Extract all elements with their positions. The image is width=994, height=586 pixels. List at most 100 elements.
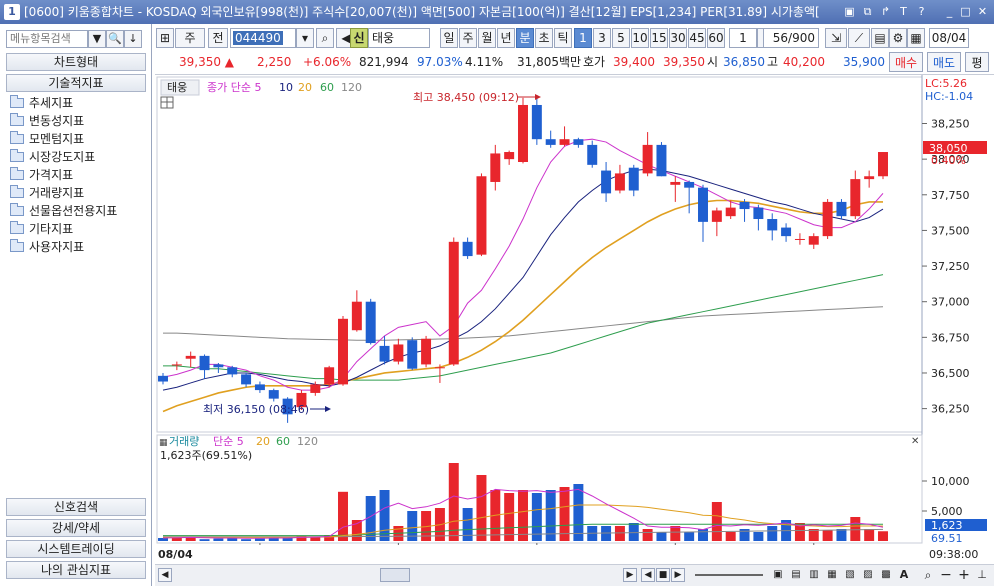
tool-icon-1[interactable]: ▣ [771,568,785,582]
stock-name-field[interactable]: 태웅 [368,28,430,48]
prev-button[interactable]: 전 [208,28,228,48]
save-icon[interactable]: ▤ [871,28,889,48]
period-day[interactable]: 일 [440,28,458,48]
period-year[interactable]: 년 [497,28,515,48]
interval-15[interactable]: 15 [650,28,668,48]
down-arrow-icon[interactable]: ↓ [124,30,142,48]
tree-item-volume[interactable]: 거래량지표 [10,184,84,202]
copy-window-icon[interactable]: ⧉ [860,4,875,19]
buy-button[interactable]: 매수 [889,52,923,72]
text-tool-icon[interactable]: A [897,568,911,582]
tree-item-price[interactable]: 가격지표 [10,166,73,184]
data-count-field[interactable]: 56/900 [763,28,819,48]
interval-45[interactable]: 45 [688,28,706,48]
calendar-icon[interactable]: ▦ [907,28,925,48]
tree-item-market-strength[interactable]: 시장강도지표 [10,148,95,166]
tool-icon-4[interactable]: ▦ [825,568,839,582]
app-number-icon[interactable]: 1 [4,4,20,20]
candle-body [878,152,888,177]
legend-vol-ma5[interactable]: 단순 5 [213,435,244,448]
pin-icon[interactable]: ↱ [878,4,893,19]
technical-indicator-header[interactable]: 기술적지표 [6,74,146,92]
play-forward-icon[interactable]: ▶ [671,568,685,582]
zoom-out-icon[interactable]: − [939,568,953,582]
legend-ma60[interactable]: 60 [320,81,334,94]
minimize-button[interactable]: _ [942,4,957,19]
legend-volume[interactable]: 거래량 [169,435,199,448]
period-week[interactable]: 주 [459,28,477,48]
gear-icon[interactable]: ⚙ [889,28,907,48]
low-annotation: 최저 36,150 (08:46) [203,403,309,416]
tree-item-etc[interactable]: 기타지표 [10,220,73,238]
scroll-thumb[interactable] [380,568,410,582]
tool-icon-2[interactable]: ▤ [789,568,803,582]
interval-10[interactable]: 10 [631,28,649,48]
chart-type-header[interactable]: 차트형태 [6,53,146,71]
menu-search-input[interactable]: 메뉴항목검색 [6,30,88,48]
interval-30[interactable]: 30 [669,28,687,48]
code-dropdown-icon[interactable]: ▾ [296,28,314,48]
tree-item-momentum[interactable]: 모멘텀지표 [10,130,84,148]
interval-1[interactable]: 1 [574,28,592,48]
zoom-reset-icon[interactable]: ⊥ [975,568,989,582]
interval-select[interactable]: 1 [729,28,757,48]
close-pane-icon[interactable]: ✕ [911,436,919,447]
legend-stock-name[interactable]: 태웅 [167,81,187,94]
interval-60[interactable]: 60 [707,28,725,48]
period-month[interactable]: 월 [478,28,496,48]
line-tool-icon[interactable]: ⟋ [848,28,870,48]
system-trading-button[interactable]: 시스템트레이딩 [6,540,146,558]
period-minute[interactable]: 분 [516,28,534,48]
legend-vol-ma20[interactable]: 20 [256,435,270,448]
speed-slider[interactable] [695,574,763,576]
chart-area[interactable]: 38,250 38,000 37,750 37,500 37,250 37,000 36,7… [155,74,994,565]
date-field[interactable]: 08/04 [929,28,969,48]
tool-icon-5[interactable]: ▧ [843,568,857,582]
candle-body [158,375,168,382]
search-icon[interactable]: ⌕ [316,28,334,48]
interval-5[interactable]: 5 [612,28,630,48]
text-icon[interactable]: T [896,4,911,19]
scroll-right-button[interactable]: ▶ [623,568,637,582]
title-bar[interactable]: 1 [0600] 키움종합차트 - KOSDAQ 외국인보유[998(천)] 주… [0,0,994,24]
period-tick[interactable]: 틱 [554,28,572,48]
my-indicator-button[interactable]: 나의 관심지표 [6,561,146,579]
maximize-button[interactable]: □ [958,4,973,19]
search-dropdown-icon[interactable]: ▼ [88,30,106,48]
zoom-in-icon[interactable]: + [957,568,971,582]
close-button[interactable]: ✕ [975,4,990,19]
legend-ma5[interactable]: 종가 단순 5 [207,81,261,94]
interval-3[interactable]: 3 [593,28,611,48]
legend-ma20[interactable]: 20 [298,81,312,94]
eval-button[interactable]: 평 [965,52,989,72]
legend-ma10[interactable]: 10 [279,81,293,94]
tool-icon-6[interactable]: ▨ [861,568,875,582]
help-icon[interactable]: ? [914,4,929,19]
chart-settings-icon[interactable]: ⊞ [156,28,174,48]
volume-bar [559,487,570,541]
legend-vol-ma60[interactable]: 60 [276,435,290,448]
stop-icon[interactable]: ■ [656,568,670,582]
play-back-icon[interactable]: ◀ [641,568,655,582]
stock-code-input[interactable]: 044490 [230,28,296,48]
tree-item-futures-options[interactable]: 선물옵션전용지표 [10,202,117,220]
tree-item-trend[interactable]: 추세지표 [10,94,73,112]
zoom-icon[interactable]: ⇲ [825,28,847,48]
signal-search-button[interactable]: 신호검색 [6,498,146,516]
legend-ma120[interactable]: 120 [341,81,362,94]
tree-item-volatility[interactable]: 변동성지표 [10,112,84,130]
tool-icon-3[interactable]: ▥ [807,568,821,582]
bull-bear-button[interactable]: 강세/약세 [6,519,146,537]
search-icon[interactable]: 🔍 [106,30,124,48]
legend-vol-ma120[interactable]: 120 [297,435,318,448]
screen-icon[interactable]: ▣ [842,4,857,19]
zoom-icon[interactable]: ⌕ [921,568,935,582]
period-type-select[interactable]: 주 [175,28,205,48]
y-tick-label: 36,500 [931,367,970,380]
scroll-left-button[interactable]: ◀ [158,568,172,582]
volume-bar [573,484,584,541]
sell-button[interactable]: 매도 [927,52,961,72]
period-second[interactable]: 초 [535,28,553,48]
tool-icon-7[interactable]: ▩ [879,568,893,582]
tree-item-user[interactable]: 사용자지표 [10,238,84,256]
